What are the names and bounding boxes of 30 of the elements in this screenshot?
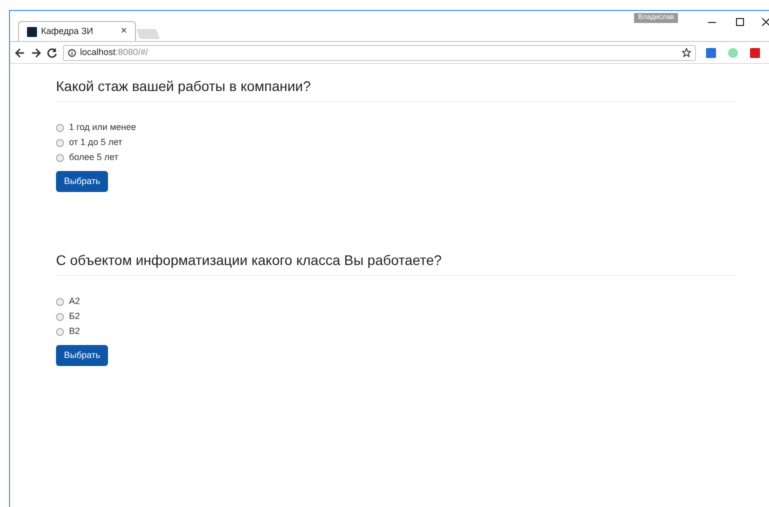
radio-button[interactable]: [56, 138, 64, 146]
choose-button[interactable]: Выбрать: [56, 171, 108, 192]
option-label[interactable]: от 1 до 5 лет: [69, 136, 122, 150]
star-icon[interactable]: [682, 48, 691, 57]
radio-button[interactable]: [56, 312, 64, 320]
option-label[interactable]: 1 год или менее: [69, 120, 136, 134]
option-label[interactable]: А2: [69, 294, 80, 308]
tab-title: Кафедра ЗИ: [41, 24, 94, 38]
tab-close-button[interactable]: ×: [120, 26, 127, 37]
option-label[interactable]: более 5 лет: [69, 150, 118, 164]
browser-tab[interactable]: Кафедра ЗИ ×: [18, 21, 136, 41]
radio-button[interactable]: [56, 124, 64, 132]
choose-button[interactable]: Выбрать: [56, 345, 108, 366]
question-title: С объектом информатизации какого класса Вы работаете?: [56, 250, 737, 276]
option-label[interactable]: Б2: [69, 310, 80, 324]
question-title: Какой стаж вашей работы в компании?: [56, 76, 737, 102]
option-label[interactable]: В2: [69, 324, 80, 338]
square-extension-icon[interactable]: [750, 48, 760, 58]
back-icon[interactable]: [15, 48, 25, 58]
forward-icon[interactable]: [31, 48, 41, 58]
reload-icon[interactable]: [47, 48, 57, 58]
favicon-icon: [27, 26, 37, 36]
radio-button[interactable]: [56, 298, 64, 306]
radio-button[interactable]: [56, 154, 64, 162]
radio-button[interactable]: [56, 328, 64, 336]
info-icon[interactable]: [68, 48, 76, 56]
maximize-icon[interactable]: [736, 18, 744, 26]
close-icon[interactable]: [762, 18, 769, 26]
address-bar[interactable]: localhost:8080/#/: [63, 44, 696, 60]
url-text: localhost:8080/#/: [80, 46, 150, 59]
